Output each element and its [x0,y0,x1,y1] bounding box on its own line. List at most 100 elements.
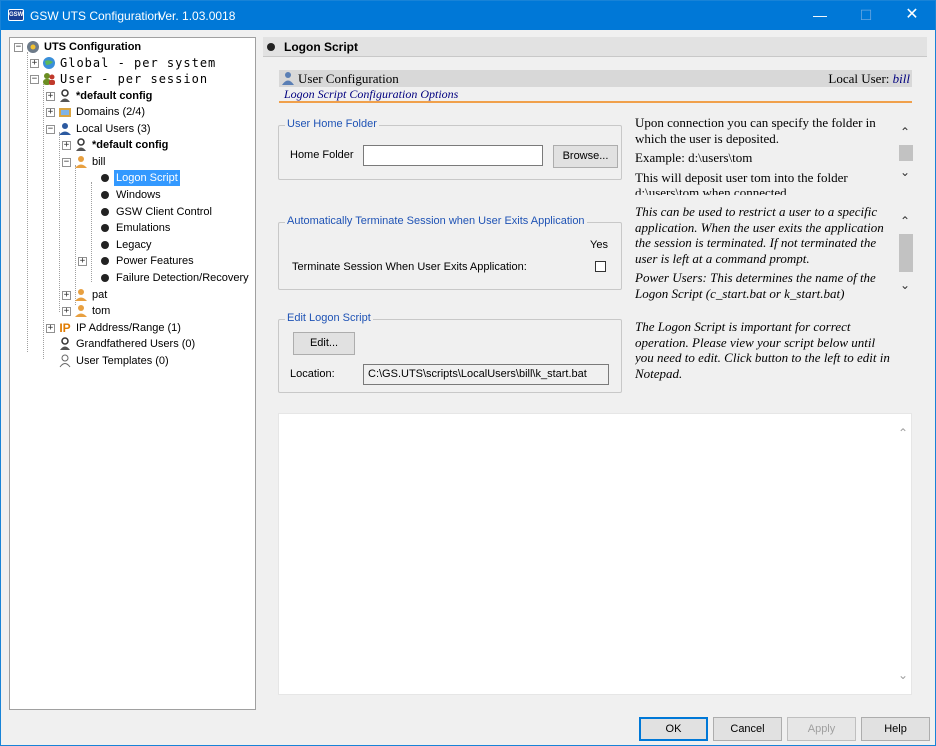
tree-item-local-users[interactable]: − Local Users (3) [44,121,252,137]
tree-item-ip-address[interactable]: + IP IP Address/Range (1) [44,320,252,336]
divider [279,101,912,103]
terminate-label: Terminate Session When User Exits Applic… [292,261,527,273]
collapse-icon[interactable]: − [14,43,23,52]
gear-icon [101,274,109,282]
tree-item-label: Global - per system [60,56,217,70]
tree-item-bill[interactable]: − bill [60,154,252,170]
local-users-icon [58,122,72,136]
scroll-up-icon[interactable]: ⌃ [900,214,910,228]
tree-item-label: User - per session [60,72,209,86]
tree-item-user[interactable]: − User - per session [28,71,252,87]
edit-button[interactable]: Edit... [293,332,355,355]
user-icon [74,304,88,318]
help-scrollbar[interactable]: ⌃ ⌄ [898,125,914,185]
collapse-icon[interactable]: − [30,75,39,84]
section-subtitle: Logon Script Configuration Options [284,87,459,101]
window-title: GSW UTS Configuration [30,9,161,23]
help-text: Upon connection you can specify the fold… [635,115,876,146]
tree-item-label: Local Users (3) [76,123,151,135]
user-outline-icon [58,89,72,103]
gear-icon [267,43,275,51]
tree-item-legacy[interactable]: Legacy [76,237,252,253]
expand-icon[interactable]: + [78,257,87,266]
help-text: Example: d:\users\tom [635,150,753,165]
tree-item-emulations[interactable]: Emulations [76,220,252,236]
expand-icon[interactable]: + [46,108,55,117]
scroll-thumb[interactable] [899,145,913,161]
ip-icon: IP [59,321,71,335]
computer-gear-icon [26,40,40,54]
close-button[interactable]: ✕ [889,1,935,30]
gear-icon [101,241,109,249]
home-folder-input[interactable] [363,145,543,166]
help-button[interactable]: Help [861,717,930,741]
tree-item-default-config[interactable]: + *default config [44,88,252,104]
scroll-down-icon[interactable]: ⌄ [900,165,910,179]
group-title: Automatically Terminate Session when Use… [285,215,587,227]
help-text: Power Users: This determines the name of… [635,270,876,301]
tree-item-tom[interactable]: + tom [60,303,252,319]
tree-item-domains[interactable]: + Domains (2/4) [44,104,252,120]
user-icon [74,288,88,302]
maximize-button[interactable]: ☐ [843,1,889,30]
tree-item-user-templates[interactable]: User Templates (0) [44,353,252,369]
window-version: Ver. 1.03.0018 [158,9,236,23]
tree-item-failure-detection[interactable]: Failure Detection/Recovery [76,270,252,286]
tree-line [27,52,28,352]
ok-button[interactable]: OK [639,717,708,741]
tree-item-logon-script[interactable]: Logon Script [76,170,252,186]
help-text: This will deposit user tom into the fold… [635,169,848,196]
cancel-button[interactable]: Cancel [713,717,782,741]
local-user-indicator: Local User: bill [828,71,910,87]
tree-item-label: Grandfathered Users (0) [76,338,196,350]
tree-item-label: GSW Client Control [116,206,212,218]
user-icon [74,155,88,169]
tree-item-global[interactable]: + Global - per system [28,55,252,71]
scroll-down-icon[interactable]: ⌄ [898,668,908,682]
apply-button[interactable]: Apply [787,717,856,741]
tree-item-gsw-client-control[interactable]: GSW Client Control [76,204,252,220]
domain-icon [58,105,72,119]
collapse-icon[interactable]: − [46,125,55,134]
home-folder-help: Upon connection you can specify the fold… [635,115,894,195]
script-preview[interactable]: ⌃ ⌄ [278,413,912,695]
expand-icon[interactable]: + [62,291,71,300]
scroll-up-icon[interactable]: ⌃ [898,426,908,440]
config-tree[interactable]: − UTS Configuration + Global - per syste… [9,37,256,710]
location-field[interactable]: C:\GS.UTS\scripts\LocalUsers\bill\k_star… [363,364,609,385]
tree-item-power-features[interactable]: + Power Features [76,253,252,269]
expand-icon[interactable]: + [46,324,55,333]
minimize-button[interactable]: — [797,1,843,30]
tree-item-label: User Templates (0) [76,355,169,367]
scroll-down-icon[interactable]: ⌄ [900,278,910,292]
expand-icon[interactable]: + [30,59,39,68]
expand-icon[interactable]: + [46,92,55,101]
gear-icon [101,191,109,199]
edit-script-help: The Logon Script is important for correc… [635,319,897,383]
gear-icon [101,224,109,232]
tree-item-grandfathered-users[interactable]: Grandfathered Users (0) [44,336,252,352]
terminate-checkbox[interactable] [595,261,606,272]
scroll-up-icon[interactable]: ⌃ [900,125,910,139]
expand-icon[interactable]: + [62,141,71,150]
tree-item-label: Legacy [116,239,152,251]
help-text: The Logon Script is important for correc… [635,319,890,381]
help-text: This can be used to restrict a user to a… [635,204,884,266]
scroll-thumb[interactable] [899,234,913,272]
tree-item-windows[interactable]: Windows [76,187,252,203]
tree-item-uts-configuration[interactable]: − UTS Configuration [12,39,252,55]
yes-column-label: Yes [590,239,608,251]
help-scrollbar[interactable]: ⌃ ⌄ [898,214,914,296]
page-header: Logon Script [263,37,927,57]
tree-item-local-default-config[interactable]: + *default config [60,137,252,153]
user-template-icon [58,354,72,368]
tree-item-label: tom [92,305,111,317]
collapse-icon[interactable]: − [62,158,71,167]
terminate-session-group: Automatically Terminate Session when Use… [278,215,622,290]
tree-item-pat[interactable]: + pat [60,287,252,303]
gear-icon [101,257,109,265]
browse-button[interactable]: Browse... [553,145,618,168]
expand-icon[interactable]: + [62,307,71,316]
tree-item-label: Failure Detection/Recovery [116,272,249,284]
main-window: GSW GSW UTS Configuration Ver. 1.03.0018… [0,0,936,746]
